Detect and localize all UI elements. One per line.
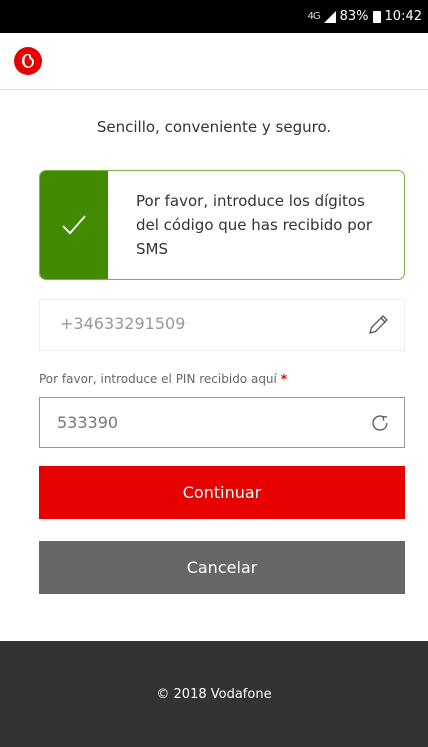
pin-field [39, 397, 405, 448]
pencil-icon [369, 315, 388, 334]
phone-number-field: +34633291509 [39, 299, 405, 351]
notice-icon-panel [40, 171, 108, 279]
battery-percent: 83% [339, 9, 369, 24]
footer: © 2018 Vodafone [0, 641, 428, 747]
refresh-icon [372, 415, 388, 431]
continue-button[interactable]: Continuar [39, 466, 405, 519]
copyright-text: © 2018 Vodafone [156, 686, 272, 702]
cancel-button[interactable]: Cancelar [39, 541, 405, 594]
resend-pin-button[interactable] [368, 411, 392, 435]
clock: 10:42 [384, 9, 422, 24]
sms-notice: Por favor, introduce los dígitos del cód… [39, 170, 405, 280]
app-header [0, 33, 428, 90]
pin-label: Por favor, introduce el PIN recibido aqu… [39, 372, 287, 386]
checkmark-icon [62, 215, 86, 235]
network-type: 4G [307, 11, 321, 22]
battery-icon [372, 10, 381, 23]
notice-message: Por favor, introduce los dígitos del cód… [136, 192, 373, 258]
required-marker: * [280, 372, 287, 386]
pin-label-text: Por favor, introduce el PIN recibido aqu… [39, 372, 277, 386]
pin-input[interactable] [40, 398, 340, 447]
signal-icon [323, 10, 336, 23]
edit-phone-button[interactable] [366, 313, 390, 337]
tagline: Sencillo, conveniente y seguro. [96, 118, 332, 136]
phone-number-value: +34633291509 [60, 314, 186, 333]
vodafone-logo-icon[interactable] [12, 45, 44, 77]
status-bar: 4G 83% 10:42 [0, 0, 428, 33]
